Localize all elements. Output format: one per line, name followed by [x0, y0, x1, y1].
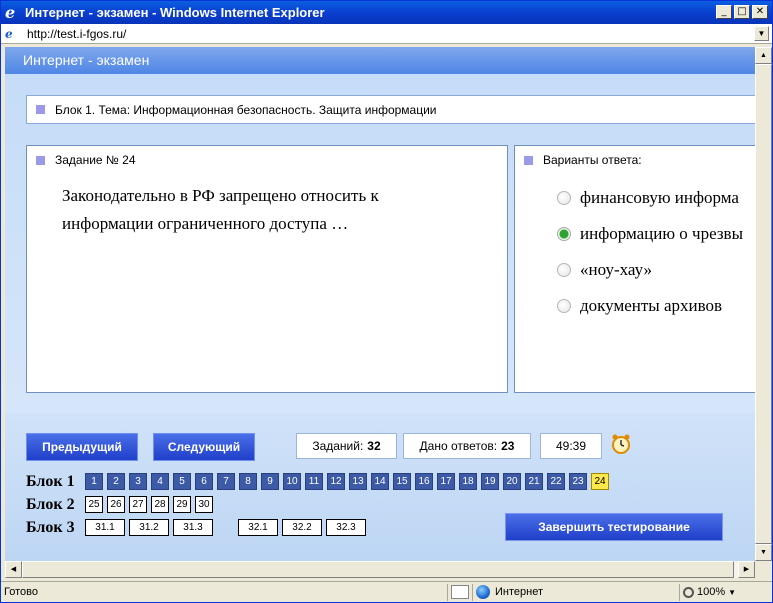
question-number-button[interactable]: 9	[261, 473, 279, 490]
question-number-button[interactable]: 32.1	[238, 519, 278, 536]
radio-button[interactable]	[557, 191, 571, 205]
question-number-button[interactable]: 28	[151, 496, 169, 513]
question-number-button[interactable]: 31.2	[129, 519, 169, 536]
question-number-button[interactable]: 11	[305, 473, 323, 490]
question-number-button[interactable]: 18	[459, 473, 477, 490]
question-number-button[interactable]: 30	[195, 496, 213, 513]
question-number-button[interactable]: 32.2	[282, 519, 322, 536]
answer-options: финансовую информа информацию о чрезвы «…	[557, 180, 755, 324]
question-number-button[interactable]: 25	[85, 496, 103, 513]
minimize-button[interactable]: _	[716, 5, 732, 19]
question-number-button[interactable]: 4	[151, 473, 169, 490]
scroll-thumb-horizontal[interactable]	[22, 561, 734, 578]
browser-window: e Интернет - экзамен - Windows Internet …	[0, 0, 773, 603]
question-number-button[interactable]: 32.3	[326, 519, 366, 536]
magnifier-icon	[683, 586, 694, 598]
answer-option[interactable]: документы архивов	[557, 288, 755, 324]
status-bar: Готово Интернет 100% ▼	[1, 581, 772, 602]
address-bar[interactable]: e http://test.i-fgos.ru/ ▼	[1, 24, 772, 44]
question-number-button[interactable]: 31.3	[173, 519, 213, 536]
timer: 49:39	[540, 433, 602, 459]
question-number-button[interactable]: 2	[107, 473, 125, 490]
block-2-label: Блок 2	[26, 496, 75, 513]
close-button[interactable]: ✕	[752, 5, 768, 19]
question-number-button[interactable]: 7	[217, 473, 235, 490]
question-number-button[interactable]: 27	[129, 496, 147, 513]
alarm-clock-icon	[612, 434, 630, 454]
scroll-down-arrow[interactable]: ▼	[755, 544, 772, 561]
title-bar: e Интернет - экзамен - Windows Internet …	[1, 1, 772, 24]
window-title: Интернет - экзамен - Windows Internet Ex…	[25, 5, 325, 20]
app-header: Интернет - экзамен	[5, 47, 755, 74]
block-1-label: Блок 1	[26, 473, 75, 490]
answered-count: Дано ответов: 23	[403, 433, 531, 459]
previous-button[interactable]: Предыдущий	[26, 433, 138, 461]
page-status-icon	[451, 585, 469, 599]
question-number-button[interactable]: 1	[85, 473, 103, 490]
bullet-square-icon	[524, 155, 533, 165]
question-number-button[interactable]: 5	[173, 473, 191, 490]
block-title-bar: Блок 1. Тема: Информационная безопасност…	[26, 95, 755, 124]
question-number-button[interactable]: 13	[349, 473, 367, 490]
finish-test-button[interactable]: Завершить тестирование	[505, 513, 723, 541]
page-icon: e	[5, 26, 13, 41]
question-number-button[interactable]: 12	[327, 473, 345, 490]
question-number-button[interactable]: 14	[371, 473, 389, 490]
bullet-square-icon	[36, 105, 45, 114]
task-label: Задание № 24	[55, 153, 136, 167]
question-number-button[interactable]: 15	[393, 473, 411, 490]
globe-icon	[476, 585, 490, 599]
tasks-count: Заданий: 32	[296, 433, 397, 459]
answer-option[interactable]: финансовую информа	[557, 180, 755, 216]
scroll-right-arrow[interactable]: ▶	[738, 561, 755, 578]
question-number-button[interactable]: 20	[503, 473, 521, 490]
answers-panel: Варианты ответа: финансовую информа инфо…	[514, 145, 755, 393]
zoom-level[interactable]: 100% ▼	[683, 586, 736, 598]
question-number-button[interactable]: 17	[437, 473, 455, 490]
bullet-square-icon	[36, 155, 45, 165]
block-title: Блок 1. Тема: Информационная безопасност…	[55, 102, 437, 117]
ie-logo-icon: e	[5, 2, 16, 22]
address-url[interactable]: http://test.i-fgos.ru/	[27, 27, 126, 41]
question-number-button[interactable]: 23	[569, 473, 587, 490]
question-number-button[interactable]: 22	[547, 473, 565, 490]
radio-button[interactable]	[557, 263, 571, 277]
radio-button[interactable]	[557, 299, 571, 313]
maximize-button[interactable]: □	[734, 5, 750, 19]
vertical-scrollbar[interactable]: ▲ ▼	[755, 47, 772, 561]
next-button[interactable]: Следующий	[153, 433, 255, 461]
task-panel: Задание № 24 Законодательно в РФ запреще…	[26, 145, 508, 393]
chevron-down-icon: ▼	[728, 587, 737, 597]
answers-label: Варианты ответа:	[543, 153, 642, 167]
question-number-button[interactable]: 10	[283, 473, 301, 490]
question-number-button[interactable]: 19	[481, 473, 499, 490]
security-zone: Интернет	[476, 585, 676, 599]
address-dropdown-button[interactable]: ▼	[754, 26, 769, 41]
question-number-button[interactable]: 24	[591, 473, 609, 490]
radio-button-selected[interactable]	[557, 227, 571, 241]
question-number-button[interactable]: 16	[415, 473, 433, 490]
question-number-button[interactable]: 26	[107, 496, 125, 513]
horizontal-scrollbar[interactable]: ◀ ▶	[5, 561, 755, 578]
block-3-label: Блок 3	[26, 519, 75, 536]
question-number-button[interactable]: 8	[239, 473, 257, 490]
status-text: Готово	[4, 586, 38, 598]
scroll-thumb[interactable]	[755, 64, 772, 544]
answer-option[interactable]: «ноу-хау»	[557, 252, 755, 288]
question-text: Законодательно в РФ запрещено относить к…	[62, 186, 379, 233]
answer-option[interactable]: информацию о чрезвы	[557, 216, 755, 252]
question-number-button[interactable]: 6	[195, 473, 213, 490]
question-number-button[interactable]: 29	[173, 496, 191, 513]
page-content: Интернет - экзамен Блок 1. Тема: Информа…	[5, 47, 755, 561]
question-number-button[interactable]: 21	[525, 473, 543, 490]
window-controls: _ □ ✕	[716, 5, 768, 19]
scroll-up-arrow[interactable]: ▲	[755, 47, 772, 64]
scroll-left-arrow[interactable]: ◀	[5, 561, 22, 578]
question-number-button[interactable]: 3	[129, 473, 147, 490]
question-number-button[interactable]: 31.1	[85, 519, 125, 536]
